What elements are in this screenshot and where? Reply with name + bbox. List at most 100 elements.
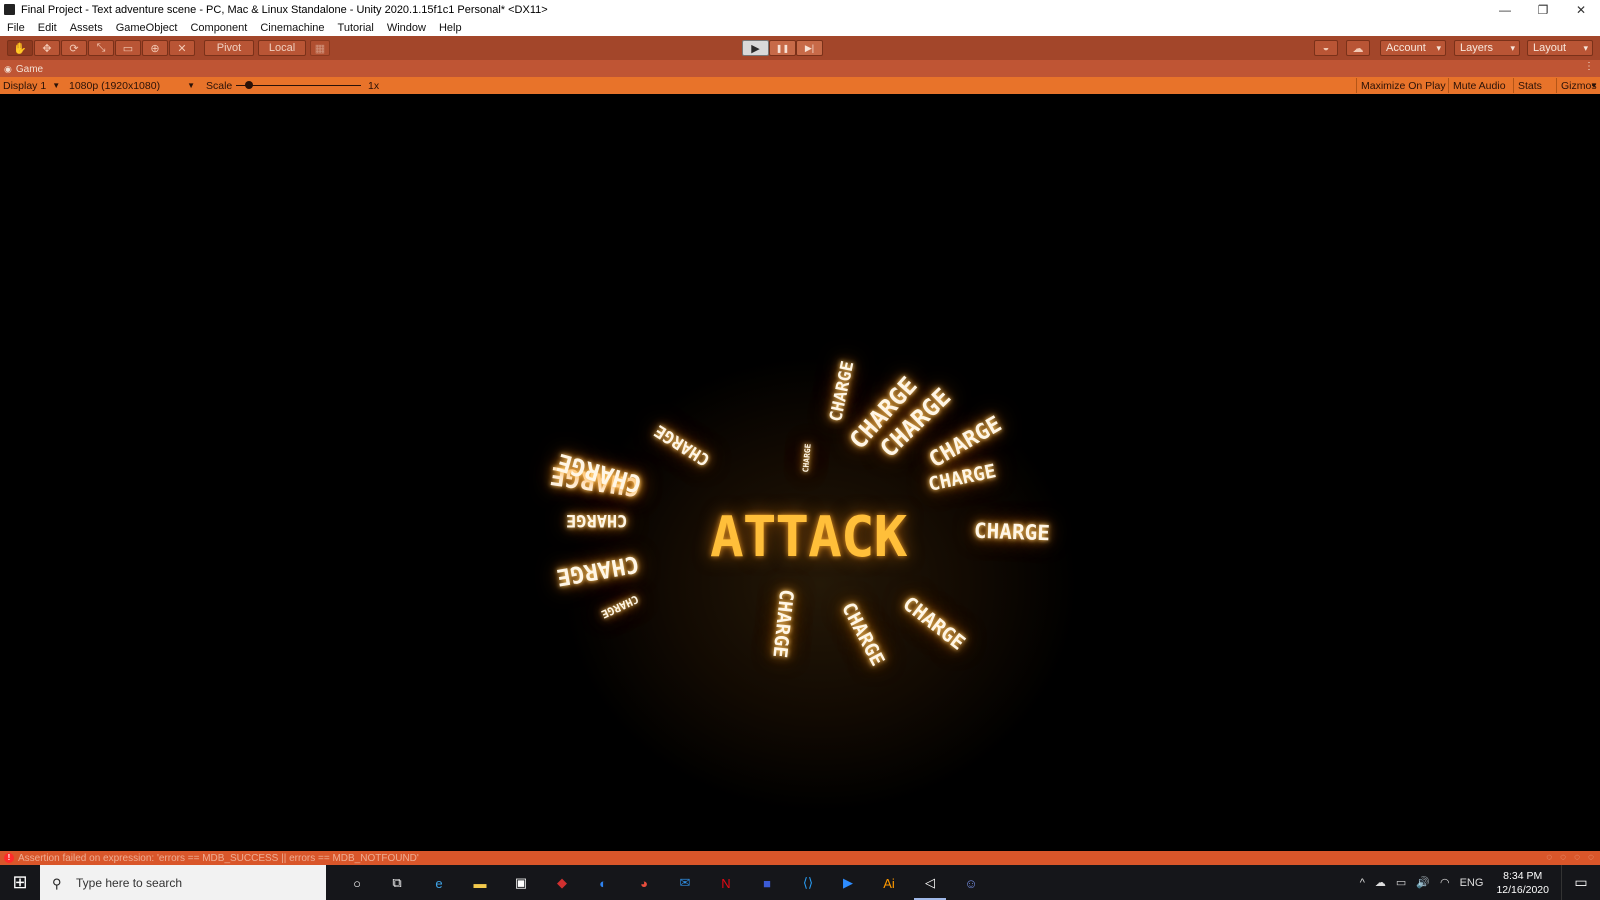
settings-icon: ◌ bbox=[1588, 852, 1594, 863]
notification-icon: ▭ bbox=[1574, 874, 1588, 890]
illustrator-icon[interactable]: Ai bbox=[878, 872, 900, 894]
show-hidden-icons-icon[interactable]: ^ bbox=[1360, 877, 1365, 889]
menu-help[interactable]: Help bbox=[432, 22, 468, 34]
discord-icon[interactable]: ☺ bbox=[960, 872, 982, 894]
grid-snap-button[interactable]: ▦ bbox=[310, 40, 330, 56]
zoom-icon[interactable]: ▶ bbox=[837, 872, 859, 894]
chrome-icon[interactable]: ◕ bbox=[633, 872, 655, 894]
clock-date: 12/16/2020 bbox=[1496, 883, 1549, 896]
attack-text: ATTACK bbox=[710, 505, 907, 570]
file-explorer-icon[interactable]: ▬ bbox=[469, 872, 491, 894]
scale-slider-handle[interactable] bbox=[244, 81, 253, 89]
game-controls-bar: Display 1 ▼ 1080p (1920x1080) ▼ Scale 1x M… bbox=[0, 77, 1600, 94]
hand-tool-button[interactable]: ✋ bbox=[7, 40, 33, 56]
notification-button[interactable]: ▭ bbox=[1561, 865, 1600, 900]
chevron-down-icon: ▼ bbox=[52, 81, 61, 90]
volume-icon[interactable]: 🔊 bbox=[1416, 876, 1430, 889]
transform-tool-button[interactable]: ⊕ bbox=[142, 40, 168, 56]
resolution-dropdown[interactable]: 1080p (1920x1080) ▼ bbox=[69, 78, 195, 93]
glow-effect bbox=[560, 354, 1080, 814]
search-placeholder: Type here to search bbox=[76, 875, 183, 890]
rotate-tool-button[interactable]: ⟳ bbox=[61, 40, 87, 56]
edge-icon[interactable]: e bbox=[428, 872, 450, 894]
chevron-down-icon: ▼ bbox=[187, 81, 195, 90]
unity-icon[interactable]: ◁ bbox=[914, 872, 946, 900]
clock-time: 8:34 PM bbox=[1503, 869, 1543, 882]
menu-window[interactable]: Window bbox=[380, 22, 432, 34]
scale-label: Scale bbox=[206, 79, 233, 92]
scale-tool-button[interactable]: ⤡ bbox=[88, 40, 114, 56]
rect-tool-button[interactable]: ▭ bbox=[115, 40, 141, 56]
menu-component[interactable]: Component bbox=[183, 22, 253, 34]
move-tool-button[interactable]: ✥ bbox=[34, 40, 60, 56]
tools-icon: ✕ bbox=[177, 42, 187, 55]
account-dropdown[interactable]: Account bbox=[1380, 40, 1446, 56]
menu-tutorial[interactable]: Tutorial bbox=[331, 22, 380, 34]
rect-icon: ▭ bbox=[122, 42, 134, 55]
custom-tool-button[interactable]: ✕ bbox=[169, 40, 195, 56]
menu-gameobject[interactable]: GameObject bbox=[109, 22, 184, 34]
clock[interactable]: 8:34 PM 12/16/2020 bbox=[1496, 869, 1549, 897]
scale-slider[interactable] bbox=[236, 85, 361, 86]
vscode-icon[interactable]: ⟨⟩ bbox=[797, 872, 819, 894]
layers-label: Layers bbox=[1460, 42, 1494, 54]
tab-menu-icon[interactable]: ⋮ bbox=[1584, 61, 1594, 72]
window-controls: — ❐ ✕ bbox=[1486, 0, 1600, 19]
start-button[interactable]: ⊞ bbox=[0, 865, 40, 900]
step-button[interactable]: ▶| bbox=[796, 40, 823, 56]
browser-icon[interactable]: ◐ bbox=[592, 872, 614, 894]
pivot-toggle[interactable]: Pivot bbox=[204, 40, 254, 56]
console-status-bar[interactable]: ! Assertion failed on expression: 'error… bbox=[0, 851, 1600, 865]
error-icon: ! bbox=[4, 853, 14, 863]
hand-icon: ✋ bbox=[13, 42, 27, 55]
pause-button[interactable]: ❚❚ bbox=[769, 40, 796, 56]
maximize-on-play-toggle[interactable]: Maximize On Play bbox=[1356, 78, 1450, 93]
play-icon: ▶ bbox=[751, 42, 760, 55]
game-view[interactable]: ATTACK CHARGE CHARGE CHARGE CHARGE CHARG… bbox=[0, 94, 1600, 851]
menu-cinemachine[interactable]: Cinemachine bbox=[253, 22, 330, 34]
wifi-icon[interactable]: ◠ bbox=[1440, 876, 1450, 889]
close-button[interactable]: ✕ bbox=[1562, 0, 1600, 19]
rotate-icon: ⟳ bbox=[69, 42, 79, 55]
menu-assets[interactable]: Assets bbox=[63, 22, 109, 34]
play-button[interactable]: ▶ bbox=[742, 40, 769, 56]
cortana-icon[interactable]: ○ bbox=[346, 872, 368, 894]
search-box[interactable]: ⚲ Type here to search bbox=[40, 865, 326, 900]
menu-bar: File Edit Assets GameObject Component Ci… bbox=[0, 19, 1600, 36]
game-tab-bar: ◉ Game ⋮ bbox=[0, 60, 1600, 77]
task-view-icon[interactable]: ⧉ bbox=[386, 872, 408, 894]
title-bar: Final Project - Text adventure scene - P… bbox=[0, 0, 1600, 19]
layers-dropdown[interactable]: Layers bbox=[1454, 40, 1520, 56]
display-dropdown[interactable]: Display 1 ▼ bbox=[3, 78, 60, 93]
battery-icon[interactable]: ▭ bbox=[1396, 876, 1406, 889]
display-label: Display 1 bbox=[3, 79, 47, 92]
onedrive-icon[interactable]: ☁ bbox=[1375, 876, 1386, 889]
move-icon: ✥ bbox=[42, 42, 52, 55]
tab-game[interactable]: ◉ Game bbox=[4, 62, 43, 76]
game-icon[interactable]: ◆ bbox=[551, 872, 573, 894]
app-icon[interactable]: ■ bbox=[756, 872, 778, 894]
menu-edit[interactable]: Edit bbox=[31, 22, 63, 34]
search-icon: ⚲ bbox=[52, 875, 62, 891]
store-icon[interactable]: ▣ bbox=[510, 872, 532, 894]
menu-file[interactable]: File bbox=[0, 22, 31, 34]
scale-icon: ⤡ bbox=[96, 41, 106, 54]
local-toggle[interactable]: Local bbox=[258, 40, 306, 56]
console-message: Assertion failed on expression: 'errors … bbox=[18, 852, 419, 864]
netflix-icon[interactable]: N bbox=[715, 872, 737, 894]
collab-button[interactable]: ◒ bbox=[1314, 40, 1338, 56]
layout-dropdown[interactable]: Layout bbox=[1527, 40, 1593, 56]
gizmos-dropdown-icon[interactable]: ▼ bbox=[1590, 78, 1598, 93]
restore-button[interactable]: ❐ bbox=[1524, 0, 1562, 19]
language-indicator[interactable]: ENG bbox=[1460, 877, 1484, 889]
mute-audio-toggle[interactable]: Mute Audio bbox=[1448, 78, 1510, 93]
main-toolbar: ✋ ✥ ⟳ ⤡ ▭ ⊕ ✕ Pivot Local ▦ ▶ ❚❚ ▶| ◒ ☁ … bbox=[0, 36, 1600, 61]
gamepad-icon: ◉ bbox=[4, 63, 12, 74]
stats-toggle[interactable]: Stats bbox=[1513, 78, 1546, 93]
minimize-button[interactable]: — bbox=[1486, 0, 1524, 19]
cloud-button[interactable]: ☁ bbox=[1346, 40, 1370, 56]
window-title: Final Project - Text adventure scene - P… bbox=[21, 3, 548, 16]
account-label: Account bbox=[1386, 42, 1426, 54]
mail-icon[interactable]: ✉ bbox=[674, 872, 696, 894]
system-tray: ^ ☁ ▭ 🔊 ◠ ENG 8:34 PM 12/16/2020 ▭ bbox=[1355, 865, 1600, 900]
